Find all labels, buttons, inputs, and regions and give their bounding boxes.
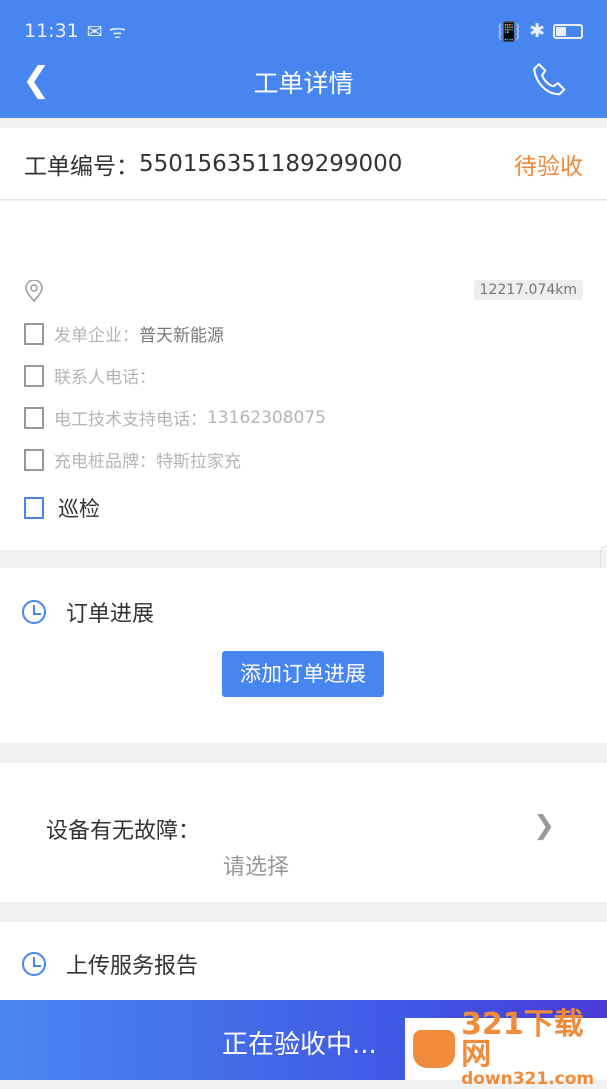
building-icon — [24, 406, 44, 429]
bluetooth-icon: ✱ — [529, 20, 545, 42]
charger-icon — [24, 497, 44, 519]
status-time: 11:31 — [24, 20, 79, 42]
chevron-right-icon: ❯ — [533, 811, 555, 841]
clock-icon — [22, 952, 46, 976]
progress-title: 订单进展 — [66, 602, 155, 627]
watermark-line2: down321.com — [461, 1069, 595, 1089]
building-icon — [24, 364, 44, 387]
info-value: 普天新能源 — [139, 326, 224, 346]
clock-icon — [22, 600, 46, 624]
battery-icon — [553, 23, 583, 39]
service-type: 巡检 — [24, 493, 100, 523]
report-header[interactable]: 上传服务报告 — [22, 948, 198, 980]
progress-header: 订单进展 — [22, 596, 154, 628]
report-title: 上传服务报告 — [66, 954, 199, 979]
order-number-label: 工单编号： — [24, 153, 139, 180]
order-number: 550156351189299000 — [139, 150, 403, 177]
info-row: 电工技术支持电话： 13162308075 — [24, 405, 326, 430]
app-header: 11:31 ✉ ᯤ 📳 ✱ ❮ 工单详情 — [0, 0, 607, 118]
fault-select[interactable]: 请选择 — [223, 849, 289, 881]
info-value: 13162308075 — [207, 407, 326, 428]
info-row: 联系人电话： — [24, 363, 156, 388]
info-label: 发单企业： — [54, 326, 139, 346]
order-number-row: 工单编号： 550156351189299000 待验收 — [0, 128, 607, 200]
info-label: 电工技术支持电话： — [54, 410, 207, 430]
vibrate-icon: 📳 — [497, 20, 522, 43]
info-row: 发单企业： 普天新能源 — [24, 321, 224, 346]
fault-label: 设备有无故障： — [46, 819, 201, 844]
status-bar: 11:31 ✉ ᯤ 📳 ✱ — [24, 18, 583, 44]
order-details: 12217.074km 发单企业： 普天新能源 联系人电话： 电工技术支持电话： 1… — [0, 201, 607, 696]
watermark-logo: 321下载网 down321.com — [405, 1010, 607, 1088]
status-badge: 待验收 — [514, 153, 583, 180]
phone-icon[interactable] — [531, 60, 569, 104]
progress-section: 订单进展 添加订单进展 — [0, 568, 607, 743]
add-progress-button[interactable]: 添加订单进展 — [222, 651, 384, 697]
distance-badge: 12217.074km — [473, 280, 583, 300]
location-icon — [24, 279, 44, 306]
accepting-label: 正在验收中... — [222, 1030, 377, 1060]
gamepad-icon — [413, 1030, 456, 1068]
page-title: 工单详情 — [253, 69, 354, 98]
watermark-line1: 321下载网 — [461, 1007, 584, 1072]
report-section: 上传服务报告 — [0, 922, 607, 1000]
info-value: 特斯拉家充 — [156, 452, 241, 472]
fault-selector[interactable]: 设备有无故障： 请选择 ❯ — [0, 763, 607, 902]
info-row: 充电桩品牌： 特斯拉家充 — [24, 447, 241, 472]
notification-icon: ✉ ᯤ — [86, 21, 127, 43]
building-icon — [24, 322, 44, 345]
info-label: 联系人电话： — [54, 368, 156, 388]
service-type-label: 巡检 — [58, 497, 100, 521]
info-label: 充电桩品牌： — [54, 452, 156, 472]
building-icon — [24, 448, 44, 471]
